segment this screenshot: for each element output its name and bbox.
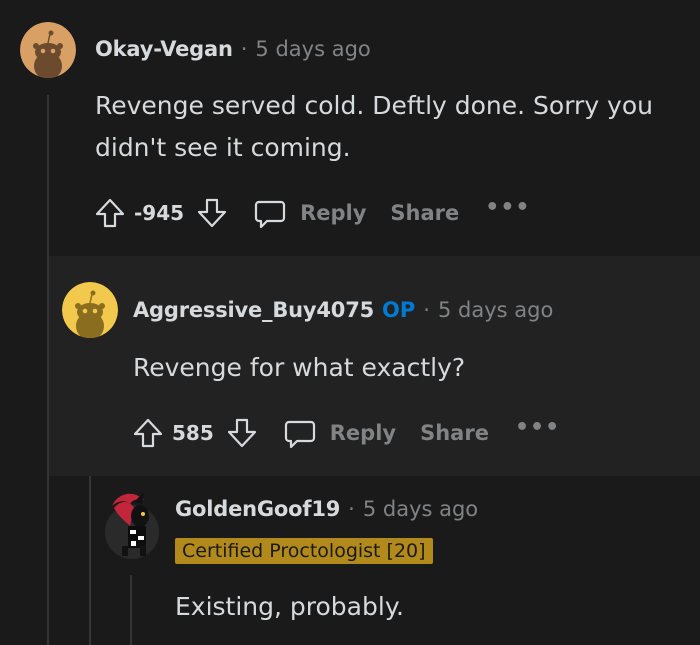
downvote-icon[interactable] bbox=[222, 413, 262, 453]
username[interactable]: Okay-Vegan bbox=[95, 37, 233, 61]
comment-3-meta: GoldenGoof19 · 5 days ago bbox=[175, 497, 478, 521]
comment-icon[interactable] bbox=[250, 193, 290, 233]
snoo-avatar-icon[interactable] bbox=[20, 22, 76, 78]
timestamp[interactable]: 5 days ago bbox=[438, 298, 553, 322]
timestamp[interactable]: 5 days ago bbox=[363, 497, 478, 521]
more-icon[interactable]: ••• bbox=[515, 415, 560, 440]
comment-1-line-2: didn't see it coming. bbox=[95, 133, 351, 162]
separator: · bbox=[423, 298, 430, 322]
separator: · bbox=[240, 37, 248, 61]
comment-1-actions: -945 Reply Share ••• bbox=[90, 193, 530, 233]
comment-2-meta: Aggressive_Buy4075 OP · 5 days ago bbox=[133, 298, 553, 322]
share-button[interactable]: Share bbox=[420, 421, 489, 445]
thread-line-1b[interactable] bbox=[47, 256, 49, 645]
reply-button[interactable]: Reply bbox=[300, 201, 366, 225]
user-flair: Certified Proctologist [20] bbox=[175, 538, 433, 564]
comment-1-body: Revenge served cold. Deftly done. Sorry … bbox=[95, 85, 653, 169]
snoo-avatar-icon[interactable] bbox=[62, 282, 118, 338]
comment-2-actions: 585 Reply Share ••• bbox=[128, 413, 560, 453]
comment-2-body: Revenge for what exactly? bbox=[133, 353, 466, 382]
timestamp[interactable]: 5 days ago bbox=[255, 37, 370, 61]
upvote-icon[interactable] bbox=[128, 413, 168, 453]
thread-line-3[interactable] bbox=[130, 575, 132, 645]
score: -945 bbox=[134, 201, 185, 225]
user-avatar-icon[interactable] bbox=[104, 486, 160, 560]
reply-button[interactable]: Reply bbox=[330, 421, 396, 445]
op-badge: OP bbox=[382, 298, 416, 322]
share-button[interactable]: Share bbox=[390, 201, 459, 225]
username[interactable]: GoldenGoof19 bbox=[175, 497, 340, 521]
separator: · bbox=[348, 497, 355, 521]
comment-3-body: Existing, probably. bbox=[175, 592, 404, 621]
comment-1-meta: Okay-Vegan · 5 days ago bbox=[95, 37, 371, 61]
upvote-icon[interactable] bbox=[90, 193, 130, 233]
score: 585 bbox=[172, 421, 214, 445]
comment-icon[interactable] bbox=[280, 413, 320, 453]
downvote-icon[interactable] bbox=[192, 193, 232, 233]
username[interactable]: Aggressive_Buy4075 bbox=[133, 298, 374, 322]
comment-1-line-1: Revenge served cold. Deftly done. Sorry … bbox=[95, 91, 653, 120]
more-icon[interactable]: ••• bbox=[485, 195, 530, 220]
